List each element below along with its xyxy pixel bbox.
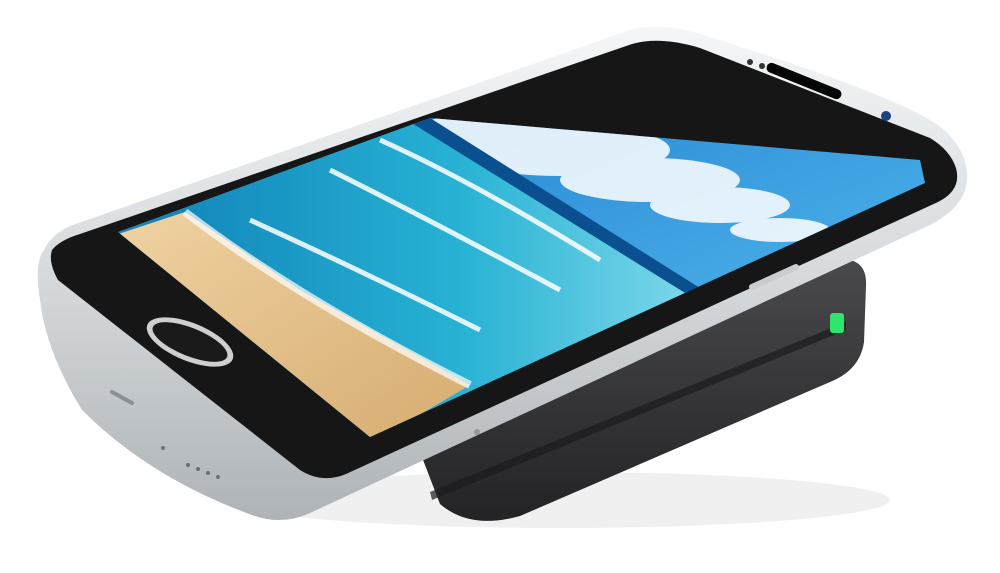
product-photo [37,26,968,528]
side-microphone [474,429,480,435]
charging-led-indicator [830,313,844,333]
photo-stage [0,0,1000,573]
light-sensor [759,63,765,69]
proximity-sensor [747,59,753,65]
front-camera-icon [881,111,891,121]
